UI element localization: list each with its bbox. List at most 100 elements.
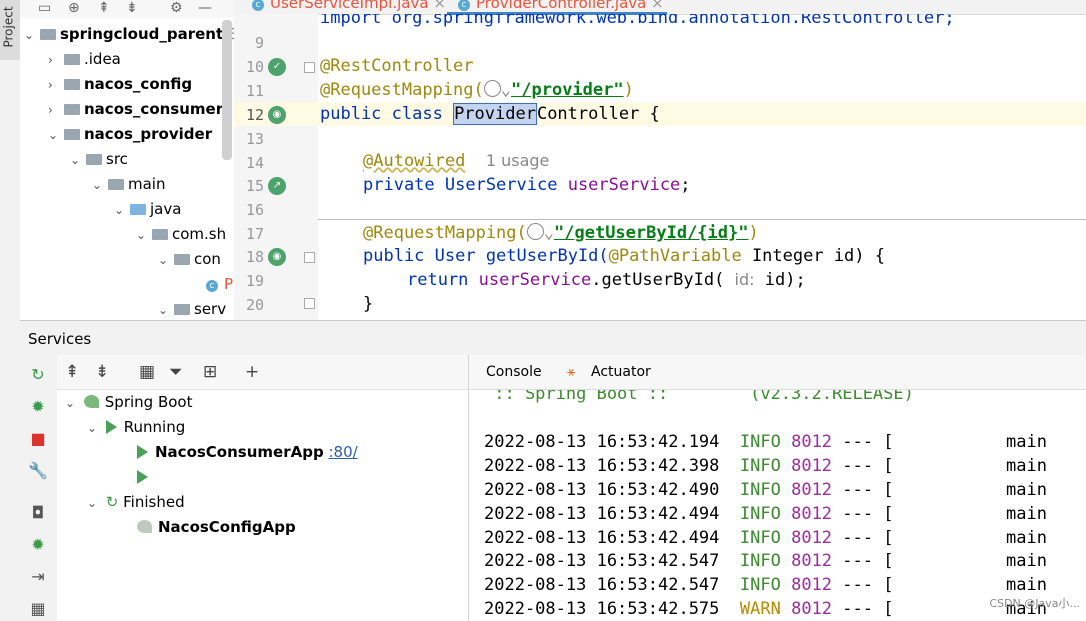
- chevron-down-icon: ⌄: [48, 128, 59, 142]
- chevron-right-icon: ›: [48, 103, 53, 117]
- services-title: Services: [28, 330, 92, 348]
- package-icon: [174, 304, 190, 315]
- service-item-consumer[interactable]: NacosConsumerApp :80/: [137, 440, 358, 465]
- chevron-down-icon: ⌄: [114, 203, 125, 217]
- log-line: 2022-08-13 16:53:42.575 WARN 8012 --- [ …: [484, 599, 1047, 619]
- tree-node-provider-controller[interactable]: cP: [206, 272, 233, 297]
- services-tree: ⌄ Spring Boot ⌄ Running NacosConsumerApp…: [57, 390, 469, 621]
- group-by-icon[interactable]: ▦: [139, 362, 155, 382]
- service-group-finished[interactable]: ⌄ ↻ Finished: [87, 490, 185, 515]
- fold-marker-icon[interactable]: [304, 298, 315, 309]
- tree-node-nacos-provider[interactable]: ⌄ nacos_provider: [48, 122, 212, 147]
- chevron-down-icon[interactable]: ⌄: [544, 223, 554, 243]
- chevron-down-icon[interactable]: ⌄: [501, 80, 511, 100]
- minimize-icon[interactable]: —: [198, 0, 212, 16]
- project-tree: ⌄springcloud_parent E ›.idea ›nacos_conf…: [20, 18, 234, 320]
- line-number: 13: [245, 130, 264, 148]
- spring-bean-icon[interactable]: ✓: [268, 58, 286, 76]
- code-line-20: }: [363, 294, 374, 314]
- tree-node-controller[interactable]: ⌄ con: [158, 247, 221, 272]
- debug-icon[interactable]: ✹: [28, 397, 48, 417]
- rerun-icon[interactable]: ↻: [28, 365, 48, 385]
- run-icon: [105, 420, 117, 434]
- tree-node-idea[interactable]: › .idea: [48, 47, 121, 72]
- collapse-all-icon[interactable]: ⇟: [95, 362, 109, 382]
- new-tab-icon[interactable]: ⊞: [203, 362, 217, 382]
- service-group-spring-boot[interactable]: ⌄ Spring Boot: [65, 390, 192, 415]
- tree-node-nacos-config[interactable]: › nacos_config: [48, 72, 192, 97]
- gear-icon[interactable]: ⚙: [170, 0, 183, 16]
- folder-icon: [86, 154, 102, 165]
- log-line: 2022-08-13 16:53:42.194 INFO 8012 --- [ …: [484, 432, 1047, 452]
- close-icon[interactable]: ×: [433, 0, 446, 12]
- project-tool-tab[interactable]: Project: [0, 0, 20, 60]
- log-line: 2022-08-13 16:53:42.547 INFO 8012 --- [ …: [484, 551, 1047, 571]
- folder-icon: [40, 29, 56, 40]
- expand-all-icon[interactable]: ⇞: [98, 0, 110, 16]
- locate-icon[interactable]: ⊕: [68, 0, 80, 16]
- camera-icon[interactable]: ◘: [28, 503, 48, 523]
- chevron-down-icon: ⌄: [70, 153, 81, 167]
- log-line: 2022-08-13 16:53:42.547 INFO 8012 --- [ …: [484, 575, 1047, 595]
- tree-node-package[interactable]: ⌄ com.sh: [136, 222, 226, 247]
- tree-node-nacos-consumer[interactable]: › nacos_consumer: [48, 97, 223, 122]
- tree-node-springcloud-parent[interactable]: ⌄springcloud_parent E: [24, 22, 234, 47]
- expand-all-icon[interactable]: ⇞: [65, 362, 79, 382]
- tree-node-main[interactable]: ⌄ main: [92, 172, 165, 197]
- tree-scrollbar[interactable]: [222, 20, 232, 160]
- globe-icon[interactable]: [526, 223, 544, 240]
- log-line: 2022-08-13 16:53:42.494 INFO 8012 --- [ …: [484, 528, 1047, 548]
- stop-icon[interactable]: ■: [28, 429, 48, 449]
- line-number: 18: [245, 248, 264, 266]
- rerun-icon: ↻: [105, 493, 119, 511]
- spring-bean-web-icon[interactable]: ◉: [268, 106, 286, 124]
- chevron-down-icon: ⌄: [92, 178, 103, 192]
- tree-node-src[interactable]: ⌄ src: [70, 147, 128, 172]
- console-output[interactable]: :: Spring Boot :: (v2.3.2.RELEASE) 2022-…: [469, 390, 1086, 621]
- tree-node-java[interactable]: ⌄ java: [114, 197, 181, 222]
- exit-icon[interactable]: ⇥: [28, 567, 48, 587]
- code-line-17: @RequestMapping(⌄"/getUserById/{id}"): [363, 223, 759, 243]
- wrench-icon[interactable]: 🔧: [28, 461, 48, 481]
- window-icon[interactable]: ▭: [38, 0, 51, 16]
- tab-userserviceimpl[interactable]: c UserServiceImpl.java ×: [252, 0, 446, 12]
- watermark: CSDN @Java小...: [989, 597, 1080, 610]
- filter-icon[interactable]: ⏷: [169, 362, 183, 382]
- line-number: 16: [245, 201, 264, 219]
- service-item-config[interactable]: NacosConfigApp: [137, 515, 296, 540]
- line-number: 9: [254, 34, 264, 52]
- package-icon: [152, 229, 168, 240]
- line-number: 20: [245, 296, 264, 314]
- code-line-11: @RequestMapping(⌄"/provider"): [320, 80, 634, 100]
- spring-boot-icon: [137, 520, 152, 533]
- spring-endpoint-icon[interactable]: ◉: [268, 248, 286, 266]
- log-line: 2022-08-13 16:53:42.398 INFO 8012 --- [ …: [484, 456, 1047, 476]
- line-number: 15: [245, 177, 264, 195]
- chevron-right-icon: ›: [48, 78, 53, 92]
- module-folder-icon: [64, 104, 80, 115]
- code-editor[interactable]: import org.springframework.web.bind.anno…: [318, 14, 1086, 320]
- close-icon[interactable]: ×: [651, 0, 664, 12]
- collapse-all-icon[interactable]: ⇟: [126, 0, 138, 16]
- service-group-running[interactable]: ⌄ Running: [87, 415, 185, 440]
- code-line-18: public User getUserById(@PathVariable In…: [363, 246, 885, 266]
- autowired-bean-icon[interactable]: ↗: [268, 177, 286, 195]
- class-icon: c: [206, 280, 218, 292]
- debug-attach-icon[interactable]: ✹: [28, 535, 48, 555]
- fold-marker-icon[interactable]: [304, 252, 315, 263]
- tab-providercontroller[interactable]: c ProviderController.java ×: [458, 0, 664, 12]
- line-number: 14: [245, 154, 264, 172]
- layout-icon[interactable]: ▦: [28, 599, 48, 619]
- add-icon[interactable]: +: [245, 362, 259, 382]
- chevron-down-icon: ⌄: [87, 496, 98, 510]
- globe-icon[interactable]: [483, 80, 501, 97]
- console-banner: :: Spring Boot :: (v2.3.2.RELEASE): [484, 390, 914, 404]
- fold-marker-icon[interactable]: [304, 62, 315, 73]
- tab-actuator[interactable]: Actuator: [591, 364, 651, 380]
- tree-node-service[interactable]: ⌄ serv: [158, 297, 226, 320]
- code-line-import: import org.springframework.web.bind.anno…: [320, 14, 955, 28]
- services-side-toolbar: ↻ ✹ ■ 🔧 ◘ ✹ ⇥ ▦: [20, 355, 58, 621]
- run-icon: [137, 470, 148, 484]
- tab-console[interactable]: Console: [486, 364, 542, 380]
- service-item-provider[interactable]: NacosProviderApp :9090/: [137, 465, 364, 490]
